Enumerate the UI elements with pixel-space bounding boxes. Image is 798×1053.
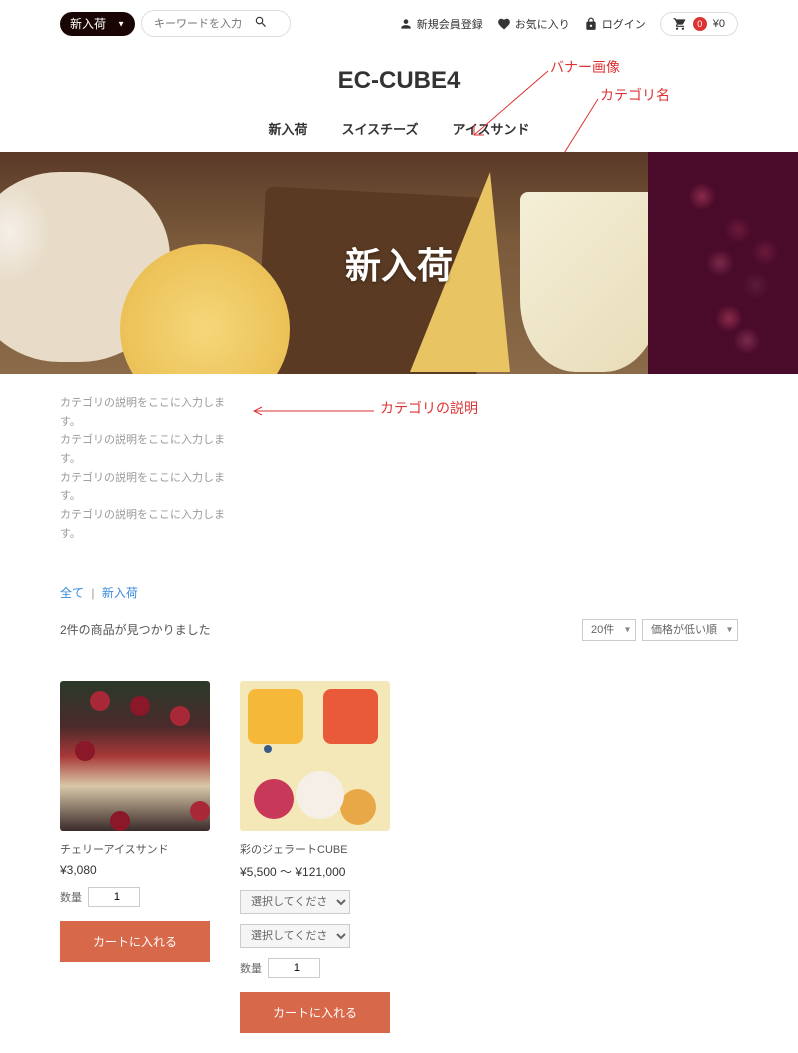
sort-order-select[interactable]: 価格が低い順: [642, 619, 738, 641]
product-name[interactable]: チェリーアイスサンド: [60, 841, 210, 857]
product-card: 彩のジェラートCUBE ¥5,500 ～ ¥121,000 選択してください 選…: [240, 681, 390, 1033]
annotation-category-desc: カテゴリの説明: [380, 398, 478, 418]
cart-total: ¥0: [713, 18, 725, 30]
annotation-banner: バナー画像: [550, 57, 620, 77]
search-input[interactable]: [154, 18, 254, 30]
quantity-stepper[interactable]: [268, 958, 320, 978]
breadcrumb: 全て | 新入荷: [60, 584, 738, 601]
cart-button[interactable]: 0 ¥0: [660, 12, 738, 36]
category-description: カテゴリの説明をここに入力します。 カテゴリの説明をここに入力します。 カテゴリ…: [60, 394, 240, 544]
product-price: ¥3,080: [60, 863, 210, 877]
cart-badge: 0: [693, 17, 707, 31]
product-image[interactable]: [60, 681, 210, 831]
product-price: ¥5,500 ～ ¥121,000: [240, 863, 390, 880]
option-select[interactable]: 選択してください: [240, 890, 350, 914]
per-page-select[interactable]: 20件: [582, 619, 636, 641]
register-link[interactable]: 新規会員登録: [399, 16, 483, 32]
product-card: チェリーアイスサンド ¥3,080 数量 カートに入れる: [60, 681, 210, 962]
add-to-cart-button[interactable]: カートに入れる: [60, 921, 210, 962]
annotation-category-name: カテゴリ名: [600, 85, 670, 105]
lock-icon: [584, 17, 598, 31]
qty-label: 数量: [60, 889, 82, 905]
login-link[interactable]: ログイン: [584, 16, 646, 32]
product-image[interactable]: [240, 681, 390, 831]
main-nav: 新入荷 スイスチーズ アイスサンド: [0, 105, 798, 152]
category-select[interactable]: 新入荷: [60, 12, 135, 36]
breadcrumb-current: 新入荷: [102, 586, 138, 600]
site-logo[interactable]: EC-CUBE4: [0, 67, 798, 95]
favorite-link[interactable]: お気に入り: [497, 16, 570, 32]
heart-icon: [497, 17, 511, 31]
breadcrumb-all[interactable]: 全て: [60, 586, 84, 600]
option-select[interactable]: 選択してください: [240, 924, 350, 948]
quantity-stepper[interactable]: [88, 887, 140, 907]
hero-title: 新入荷: [345, 237, 453, 289]
search-box: [141, 10, 291, 37]
hero-banner: 新入荷: [0, 152, 798, 374]
result-count: 2件の商品が見つかりました: [60, 621, 211, 638]
nav-item-swiss[interactable]: スイスチーズ: [342, 119, 419, 138]
cart-icon: [673, 17, 687, 31]
arrow-icon: [250, 406, 376, 416]
person-icon: [399, 17, 413, 31]
qty-label: 数量: [240, 960, 262, 976]
nav-item-new[interactable]: 新入荷: [269, 119, 308, 138]
add-to-cart-button[interactable]: カートに入れる: [240, 992, 390, 1033]
search-icon[interactable]: [254, 15, 268, 32]
product-name[interactable]: 彩のジェラートCUBE: [240, 841, 390, 857]
